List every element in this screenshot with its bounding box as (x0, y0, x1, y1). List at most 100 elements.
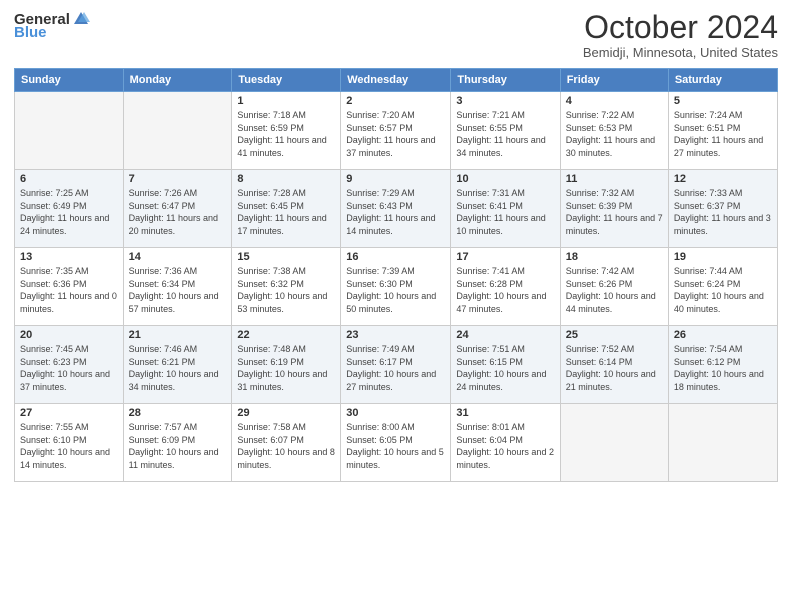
day-detail: Sunrise: 7:31 AM Sunset: 6:41 PM Dayligh… (456, 187, 554, 237)
day-number: 4 (566, 95, 663, 107)
table-row: 10 Sunrise: 7:31 AM Sunset: 6:41 PM Dayli… (451, 170, 560, 248)
day-detail: Sunrise: 7:35 AM Sunset: 6:36 PM Dayligh… (20, 265, 118, 315)
header-friday: Friday (560, 69, 668, 92)
table-row: 30 Sunrise: 8:00 AM Sunset: 6:05 PM Dayli… (341, 404, 451, 482)
day-detail: Sunrise: 7:32 AM Sunset: 6:39 PM Dayligh… (566, 187, 663, 237)
table-row: 6 Sunrise: 7:25 AM Sunset: 6:49 PM Daylig… (15, 170, 124, 248)
table-row: 31 Sunrise: 8:01 AM Sunset: 6:04 PM Dayli… (451, 404, 560, 482)
day-detail: Sunrise: 7:38 AM Sunset: 6:32 PM Dayligh… (237, 265, 335, 315)
day-number: 7 (129, 173, 227, 185)
table-row: 17 Sunrise: 7:41 AM Sunset: 6:28 PM Dayli… (451, 248, 560, 326)
calendar-week-row: 27 Sunrise: 7:55 AM Sunset: 6:10 PM Dayli… (15, 404, 778, 482)
logo-blue: Blue (14, 24, 47, 41)
calendar-table: Sunday Monday Tuesday Wednesday Thursday… (14, 68, 778, 482)
day-number: 29 (237, 407, 335, 419)
header: General Blue October 2024 Bemidji, Minne… (14, 10, 778, 60)
header-monday: Monday (123, 69, 232, 92)
day-number: 26 (674, 329, 772, 341)
table-row: 3 Sunrise: 7:21 AM Sunset: 6:55 PM Daylig… (451, 92, 560, 170)
day-detail: Sunrise: 7:26 AM Sunset: 6:47 PM Dayligh… (129, 187, 227, 237)
day-detail: Sunrise: 7:46 AM Sunset: 6:21 PM Dayligh… (129, 343, 227, 393)
table-row: 9 Sunrise: 7:29 AM Sunset: 6:43 PM Daylig… (341, 170, 451, 248)
day-detail: Sunrise: 7:36 AM Sunset: 6:34 PM Dayligh… (129, 265, 227, 315)
day-detail: Sunrise: 7:57 AM Sunset: 6:09 PM Dayligh… (129, 421, 227, 471)
calendar-week-row: 1 Sunrise: 7:18 AM Sunset: 6:59 PM Daylig… (15, 92, 778, 170)
day-detail: Sunrise: 7:22 AM Sunset: 6:53 PM Dayligh… (566, 109, 663, 159)
day-detail: Sunrise: 7:33 AM Sunset: 6:37 PM Dayligh… (674, 187, 772, 237)
table-row: 24 Sunrise: 7:51 AM Sunset: 6:15 PM Dayli… (451, 326, 560, 404)
day-number: 22 (237, 329, 335, 341)
day-detail: Sunrise: 7:28 AM Sunset: 6:45 PM Dayligh… (237, 187, 335, 237)
day-number: 24 (456, 329, 554, 341)
day-detail: Sunrise: 7:51 AM Sunset: 6:15 PM Dayligh… (456, 343, 554, 393)
day-number: 9 (346, 173, 445, 185)
header-thursday: Thursday (451, 69, 560, 92)
day-number: 30 (346, 407, 445, 419)
table-row: 4 Sunrise: 7:22 AM Sunset: 6:53 PM Daylig… (560, 92, 668, 170)
table-row: 29 Sunrise: 7:58 AM Sunset: 6:07 PM Dayli… (232, 404, 341, 482)
table-row: 28 Sunrise: 7:57 AM Sunset: 6:09 PM Dayli… (123, 404, 232, 482)
logo: General Blue (14, 10, 90, 41)
day-number: 27 (20, 407, 118, 419)
table-row: 18Sunrise: 7:42 AM Sunset: 6:26 PM Dayli… (560, 248, 668, 326)
day-number: 11 (566, 173, 663, 185)
table-row: 8 Sunrise: 7:28 AM Sunset: 6:45 PM Daylig… (232, 170, 341, 248)
day-detail: Sunrise: 7:49 AM Sunset: 6:17 PM Dayligh… (346, 343, 445, 393)
table-row: 23 Sunrise: 7:49 AM Sunset: 6:17 PM Dayli… (341, 326, 451, 404)
day-detail: Sunrise: 7:39 AM Sunset: 6:30 PM Dayligh… (346, 265, 445, 315)
calendar-week-row: 13 Sunrise: 7:35 AM Sunset: 6:36 PM Dayli… (15, 248, 778, 326)
day-detail: Sunrise: 7:58 AM Sunset: 6:07 PM Dayligh… (237, 421, 335, 471)
day-detail: Sunrise: 7:45 AM Sunset: 6:23 PM Dayligh… (20, 343, 118, 393)
day-number: 12 (674, 173, 772, 185)
table-row: 14Sunrise: 7:36 AM Sunset: 6:34 PM Dayli… (123, 248, 232, 326)
header-wednesday: Wednesday (341, 69, 451, 92)
day-detail: Sunrise: 7:41 AM Sunset: 6:28 PM Dayligh… (456, 265, 554, 315)
day-number: 15 (237, 251, 335, 263)
title-block: October 2024 Bemidji, Minnesota, United … (583, 10, 778, 60)
day-detail: Sunrise: 7:55 AM Sunset: 6:10 PM Dayligh… (20, 421, 118, 471)
day-number: 17 (456, 251, 554, 263)
calendar-week-row: 6 Sunrise: 7:25 AM Sunset: 6:49 PM Daylig… (15, 170, 778, 248)
day-number: 2 (346, 95, 445, 107)
day-number: 13 (20, 251, 118, 263)
table-row: 11 Sunrise: 7:32 AM Sunset: 6:39 PM Dayli… (560, 170, 668, 248)
table-row (560, 404, 668, 482)
table-row: 22 Sunrise: 7:48 AM Sunset: 6:19 PM Dayli… (232, 326, 341, 404)
day-number: 23 (346, 329, 445, 341)
main-title: October 2024 (583, 10, 778, 45)
day-detail: Sunrise: 8:00 AM Sunset: 6:05 PM Dayligh… (346, 421, 445, 471)
table-row: 20Sunrise: 7:45 AM Sunset: 6:23 PM Dayli… (15, 326, 124, 404)
day-detail: Sunrise: 7:18 AM Sunset: 6:59 PM Dayligh… (237, 109, 335, 159)
header-sunday: Sunday (15, 69, 124, 92)
day-number: 28 (129, 407, 227, 419)
table-row: 13 Sunrise: 7:35 AM Sunset: 6:36 PM Dayli… (15, 248, 124, 326)
day-detail: Sunrise: 7:29 AM Sunset: 6:43 PM Dayligh… (346, 187, 445, 237)
table-row: 26 Sunrise: 7:54 AM Sunset: 6:12 PM Dayli… (668, 326, 777, 404)
table-row: 16 Sunrise: 7:39 AM Sunset: 6:30 PM Dayli… (341, 248, 451, 326)
table-row: 2Sunrise: 7:20 AM Sunset: 6:57 PM Daylig… (341, 92, 451, 170)
day-number: 31 (456, 407, 554, 419)
page: General Blue October 2024 Bemidji, Minne… (0, 0, 792, 612)
day-number: 8 (237, 173, 335, 185)
day-number: 1 (237, 95, 335, 107)
day-detail: Sunrise: 7:21 AM Sunset: 6:55 PM Dayligh… (456, 109, 554, 159)
day-number: 3 (456, 95, 554, 107)
day-detail: Sunrise: 7:48 AM Sunset: 6:19 PM Dayligh… (237, 343, 335, 393)
day-number: 19 (674, 251, 772, 263)
header-saturday: Saturday (668, 69, 777, 92)
day-detail: Sunrise: 8:01 AM Sunset: 6:04 PM Dayligh… (456, 421, 554, 471)
day-number: 5 (674, 95, 772, 107)
day-number: 16 (346, 251, 445, 263)
header-tuesday: Tuesday (232, 69, 341, 92)
day-detail: Sunrise: 7:25 AM Sunset: 6:49 PM Dayligh… (20, 187, 118, 237)
table-row (668, 404, 777, 482)
calendar-header-row: Sunday Monday Tuesday Wednesday Thursday… (15, 69, 778, 92)
day-detail: Sunrise: 7:44 AM Sunset: 6:24 PM Dayligh… (674, 265, 772, 315)
day-detail: Sunrise: 7:52 AM Sunset: 6:14 PM Dayligh… (566, 343, 663, 393)
table-row: 5Sunrise: 7:24 AM Sunset: 6:51 PM Daylig… (668, 92, 777, 170)
day-detail: Sunrise: 7:54 AM Sunset: 6:12 PM Dayligh… (674, 343, 772, 393)
day-detail: Sunrise: 7:42 AM Sunset: 6:26 PM Dayligh… (566, 265, 663, 315)
day-number: 10 (456, 173, 554, 185)
day-number: 6 (20, 173, 118, 185)
subtitle: Bemidji, Minnesota, United States (583, 45, 778, 60)
